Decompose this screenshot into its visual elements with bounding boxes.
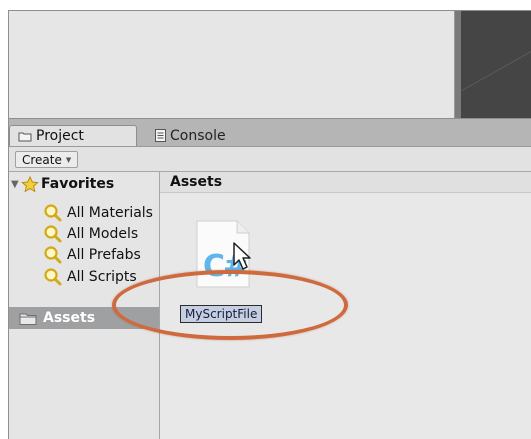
favorite-all-models[interactable]: All Models bbox=[43, 223, 138, 244]
favorite-label: All Materials bbox=[67, 204, 153, 221]
console-icon bbox=[155, 129, 166, 142]
chevron-down-icon: ▼ bbox=[65, 155, 72, 164]
star-icon bbox=[21, 175, 39, 193]
search-icon bbox=[43, 203, 63, 223]
script-file-name-field[interactable]: MyScriptFile bbox=[180, 305, 263, 323]
tab-project-label: Project bbox=[36, 128, 84, 144]
favorite-label: All Models bbox=[67, 225, 139, 242]
scene-view[interactable] bbox=[455, 11, 531, 118]
tab-bar: Project Console bbox=[9, 118, 531, 147]
favorites-header[interactable]: ▼ Favorites bbox=[9, 174, 114, 194]
search-icon bbox=[43, 267, 63, 287]
assets-content: Assets C# MyScriptFile bbox=[160, 172, 531, 439]
scene-grid-line bbox=[460, 50, 531, 92]
project-toolbar: Create ▼ bbox=[9, 147, 531, 172]
project-sidebar: ▼ Favorites All Materials All Models All… bbox=[9, 172, 160, 439]
tab-console-label: Console bbox=[170, 127, 226, 144]
favorite-label: All Prefabs bbox=[67, 246, 141, 263]
unity-editor-window: Project Console Create ▼ ▼ Favorites All bbox=[8, 10, 531, 439]
script-file-name: MyScriptFile bbox=[185, 307, 258, 321]
folder-icon bbox=[18, 131, 32, 142]
folder-icon bbox=[19, 312, 37, 325]
script-file-item[interactable]: C# bbox=[193, 219, 253, 289]
tab-console[interactable]: Console bbox=[147, 125, 267, 146]
sidebar-item-assets-label: Assets bbox=[43, 310, 96, 326]
favorites-label: Favorites bbox=[41, 176, 115, 192]
hierarchy-panel bbox=[9, 11, 455, 118]
favorite-all-materials[interactable]: All Materials bbox=[43, 202, 153, 223]
favorite-label: All Scripts bbox=[67, 268, 137, 285]
mouse-cursor-icon bbox=[233, 242, 251, 270]
assets-breadcrumb: Assets bbox=[160, 172, 531, 193]
create-button-label: Create bbox=[22, 152, 62, 167]
search-icon bbox=[43, 224, 63, 244]
create-button[interactable]: Create ▼ bbox=[15, 151, 79, 168]
tab-project[interactable]: Project bbox=[9, 125, 137, 146]
search-icon bbox=[43, 245, 63, 265]
favorite-all-scripts[interactable]: All Scripts bbox=[43, 266, 137, 287]
expand-arrow-icon[interactable]: ▼ bbox=[11, 179, 21, 190]
sidebar-item-assets[interactable]: Assets bbox=[9, 307, 159, 329]
favorite-all-prefabs[interactable]: All Prefabs bbox=[43, 244, 141, 265]
